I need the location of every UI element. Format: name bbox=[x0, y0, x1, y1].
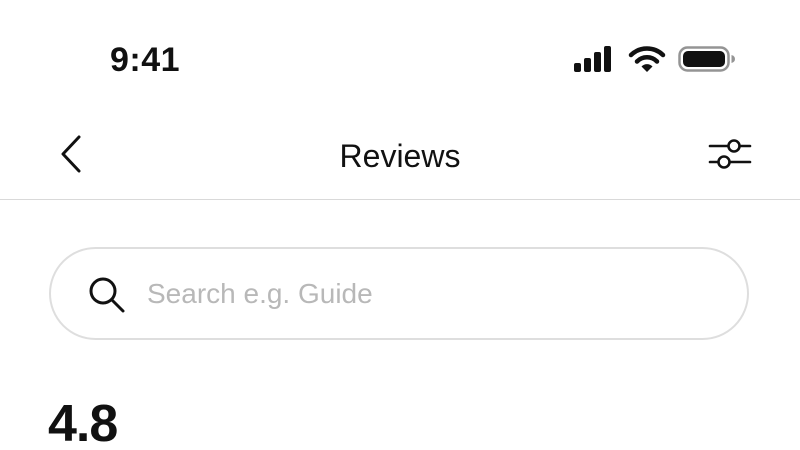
battery-icon bbox=[678, 46, 735, 72]
status-icons bbox=[572, 44, 736, 74]
search-bar[interactable] bbox=[49, 247, 749, 340]
search-input[interactable] bbox=[147, 265, 707, 323]
status-time: 9:41 bbox=[110, 41, 181, 79]
average-rating: 4.8 bbox=[48, 395, 118, 450]
reviews-screen: 9:41 Reviews Search e.g. Guide 4.8 bbox=[0, 0, 800, 450]
search-icon bbox=[89, 277, 125, 313]
sliders-icon bbox=[708, 139, 752, 169]
back-button[interactable] bbox=[50, 130, 94, 178]
signal-icon bbox=[574, 46, 611, 72]
page-title: Reviews bbox=[339, 138, 461, 174]
status-bar: 9:41 bbox=[0, 0, 800, 110]
navigation-bar: Reviews bbox=[0, 110, 800, 200]
filter-button[interactable] bbox=[702, 132, 758, 176]
wifi-icon bbox=[628, 46, 666, 72]
chevron-left-icon bbox=[61, 135, 81, 173]
